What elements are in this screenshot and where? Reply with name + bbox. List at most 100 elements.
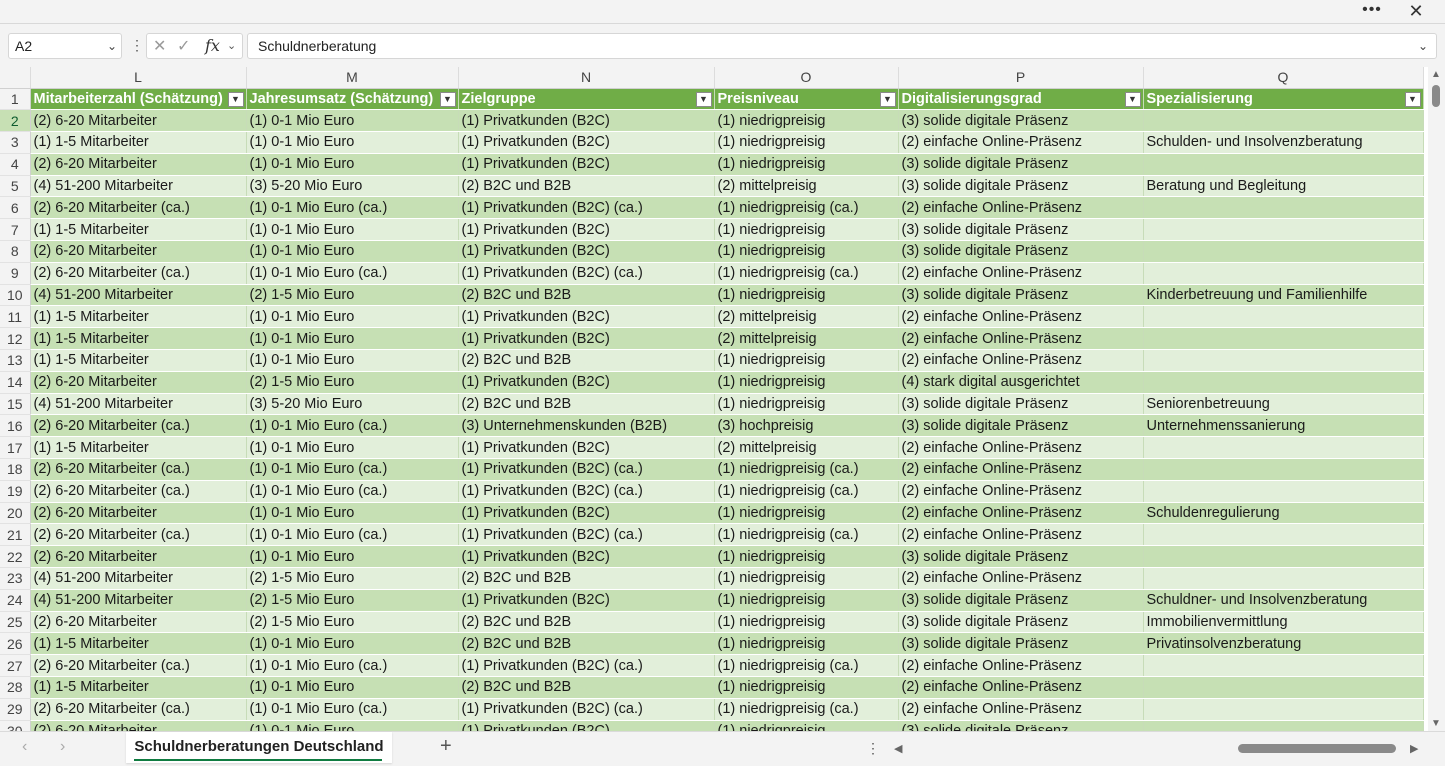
table-cell[interactable]: (1) 1-5 Mitarbeiter (30, 349, 247, 372)
table-cell[interactable]: (1) Privatkunden (B2C) (ca.) (458, 480, 715, 503)
table-cell[interactable]: (1) 0-1 Mio Euro (246, 131, 459, 154)
worksheet-grid[interactable]: L M N O P Q 1 Mitarbeiterzahl (Schätzung… (0, 67, 1428, 731)
select-all-corner[interactable] (0, 67, 31, 89)
table-cell[interactable]: (3) solide digitale Präsenz (898, 545, 1144, 569)
table-cell[interactable]: (1) Privatkunden (B2C) (458, 720, 715, 731)
column-header-O[interactable]: O (714, 67, 899, 89)
table-cell[interactable]: (1) niedrigpreisig (714, 240, 899, 263)
table-cell[interactable] (1143, 480, 1424, 503)
row-header[interactable]: 18 (0, 458, 31, 481)
table-cell[interactable] (1143, 698, 1424, 721)
table-cell[interactable] (1143, 545, 1424, 569)
table-cell[interactable]: (2) einfache Online-Präsenz (898, 567, 1144, 590)
table-cell[interactable]: (2) 6-20 Mitarbeiter (30, 611, 247, 634)
table-cell[interactable]: (1) niedrigpreisig (ca.) (714, 196, 899, 220)
table-cell[interactable]: (2) 6-20 Mitarbeiter (ca.) (30, 698, 247, 721)
table-cell[interactable]: (1) 1-5 Mitarbeiter (30, 632, 247, 656)
table-cell[interactable]: (1) 1-5 Mitarbeiter (30, 676, 247, 699)
table-cell[interactable] (1143, 567, 1424, 590)
table-cell[interactable]: (3) solide digitale Präsenz (898, 218, 1144, 242)
table-cell[interactable]: (1) Privatkunden (B2C) (ca.) (458, 458, 715, 481)
table-header-cell[interactable]: Zielgruppe ▼ (458, 88, 715, 111)
table-cell[interactable]: (1) niedrigpreisig (714, 393, 899, 416)
scroll-down-icon[interactable]: ▼ (1431, 718, 1441, 729)
table-cell[interactable]: Privatinsolvenzberatung (1143, 632, 1424, 656)
table-cell[interactable]: (2) B2C und B2B (458, 632, 715, 656)
row-header[interactable]: 5 (0, 175, 31, 198)
table-cell[interactable]: (1) Privatkunden (B2C) (ca.) (458, 698, 715, 721)
row-header[interactable]: 25 (0, 611, 31, 634)
table-cell[interactable]: (1) Privatkunden (B2C) (458, 218, 715, 242)
scroll-left-icon[interactable]: ◀ (894, 742, 902, 755)
table-cell[interactable]: (1) niedrigpreisig (714, 676, 899, 699)
table-cell[interactable]: (1) niedrigpreisig (714, 371, 899, 394)
filter-dropdown-icon[interactable]: ▼ (695, 91, 712, 107)
row-header[interactable]: 28 (0, 676, 31, 699)
table-cell[interactable]: (1) 0-1 Mio Euro (ca.) (246, 414, 459, 438)
table-cell[interactable]: (3) 5-20 Mio Euro (246, 175, 459, 198)
table-cell[interactable]: (1) Privatkunden (B2C) (458, 502, 715, 525)
column-header-L[interactable]: L (30, 67, 247, 89)
table-cell[interactable]: (3) solide digitale Präsenz (898, 720, 1144, 731)
table-cell[interactable]: Immobilienvermittlung (1143, 611, 1424, 634)
table-cell[interactable]: (1) 0-1 Mio Euro (ca.) (246, 654, 459, 678)
table-cell[interactable]: (3) 5-20 Mio Euro (246, 393, 459, 416)
table-cell[interactable]: (3) solide digitale Präsenz (898, 109, 1144, 133)
table-cell[interactable]: (1) Privatkunden (B2C) (458, 153, 715, 176)
scroll-right-icon[interactable]: ▶ (1410, 742, 1418, 755)
row-header[interactable]: 24 (0, 589, 31, 612)
table-cell[interactable]: (1) Privatkunden (B2C) (458, 545, 715, 569)
table-cell[interactable] (1143, 720, 1424, 731)
table-cell[interactable]: Schuldner- und Insolvenzberatung (1143, 589, 1424, 612)
table-cell[interactable]: (2) 6-20 Mitarbeiter (30, 109, 247, 133)
table-cell[interactable]: (2) 6-20 Mitarbeiter (30, 545, 247, 569)
filter-dropdown-icon[interactable]: ▼ (1404, 91, 1421, 107)
horizontal-scroll-thumb[interactable] (1238, 744, 1396, 753)
table-cell[interactable] (1143, 436, 1424, 460)
table-cell[interactable]: (2) einfache Online-Präsenz (898, 698, 1144, 721)
table-cell[interactable]: (1) Privatkunden (B2C) (458, 589, 715, 612)
table-cell[interactable]: (1) 0-1 Mio Euro (246, 545, 459, 569)
table-cell[interactable]: (1) 0-1 Mio Euro (ca.) (246, 698, 459, 721)
table-cell[interactable] (1143, 240, 1424, 263)
table-cell[interactable]: (2) einfache Online-Präsenz (898, 349, 1144, 372)
table-cell[interactable]: (1) 0-1 Mio Euro (246, 153, 459, 176)
table-cell[interactable]: (2) einfache Online-Präsenz (898, 327, 1144, 351)
table-cell[interactable]: (1) 0-1 Mio Euro (ca.) (246, 458, 459, 481)
table-cell[interactable]: (2) B2C und B2B (458, 393, 715, 416)
table-cell[interactable]: (2) 1-5 Mio Euro (246, 567, 459, 590)
table-cell[interactable]: (2) 6-20 Mitarbeiter (ca.) (30, 480, 247, 503)
row-header[interactable]: 8 (0, 240, 31, 263)
table-cell[interactable]: (2) 6-20 Mitarbeiter (ca.) (30, 523, 247, 547)
table-cell[interactable]: (2) mittelpreisig (714, 436, 899, 460)
table-cell[interactable] (1143, 523, 1424, 547)
table-cell[interactable]: (1) niedrigpreisig (714, 153, 899, 176)
table-cell[interactable]: (1) niedrigpreisig (714, 502, 899, 525)
table-cell[interactable]: (4) 51-200 Mitarbeiter (30, 567, 247, 590)
table-cell[interactable]: (1) 1-5 Mitarbeiter (30, 327, 247, 351)
row-header[interactable]: 12 (0, 327, 31, 351)
table-cell[interactable]: (1) 0-1 Mio Euro (246, 240, 459, 263)
table-cell[interactable]: (2) B2C und B2B (458, 676, 715, 699)
table-cell[interactable]: (2) einfache Online-Präsenz (898, 262, 1144, 285)
table-cell[interactable]: (1) 0-1 Mio Euro (246, 218, 459, 242)
table-cell[interactable]: (1) niedrigpreisig (ca.) (714, 523, 899, 547)
table-cell[interactable]: (1) Privatkunden (B2C) (ca.) (458, 523, 715, 547)
previous-sheet-icon[interactable]: ‹ (22, 738, 27, 756)
table-cell[interactable]: (1) niedrigpreisig (714, 720, 899, 731)
row-header[interactable]: 9 (0, 262, 31, 285)
table-cell[interactable]: (4) stark digital ausgerichtet (898, 371, 1144, 394)
table-cell[interactable]: Beratung und Begleitung (1143, 175, 1424, 198)
table-cell[interactable]: (3) solide digitale Präsenz (898, 393, 1144, 416)
table-cell[interactable]: (1) 0-1 Mio Euro (246, 436, 459, 460)
table-header-cell[interactable]: Jahresumsatz (Schätzung) ▼ (246, 88, 459, 111)
row-header[interactable]: 19 (0, 480, 31, 503)
table-cell[interactable]: (2) einfache Online-Präsenz (898, 523, 1144, 547)
expand-formula-bar-icon[interactable]: ⌄ (1418, 34, 1428, 58)
table-cell[interactable]: Schuldenregulierung (1143, 502, 1424, 525)
table-cell[interactable] (1143, 305, 1424, 329)
table-cell[interactable]: (1) 1-5 Mitarbeiter (30, 218, 247, 242)
table-cell[interactable]: (1) Privatkunden (B2C) (458, 436, 715, 460)
table-cell[interactable]: (2) einfache Online-Präsenz (898, 305, 1144, 329)
table-cell[interactable]: (1) 0-1 Mio Euro (246, 109, 459, 133)
